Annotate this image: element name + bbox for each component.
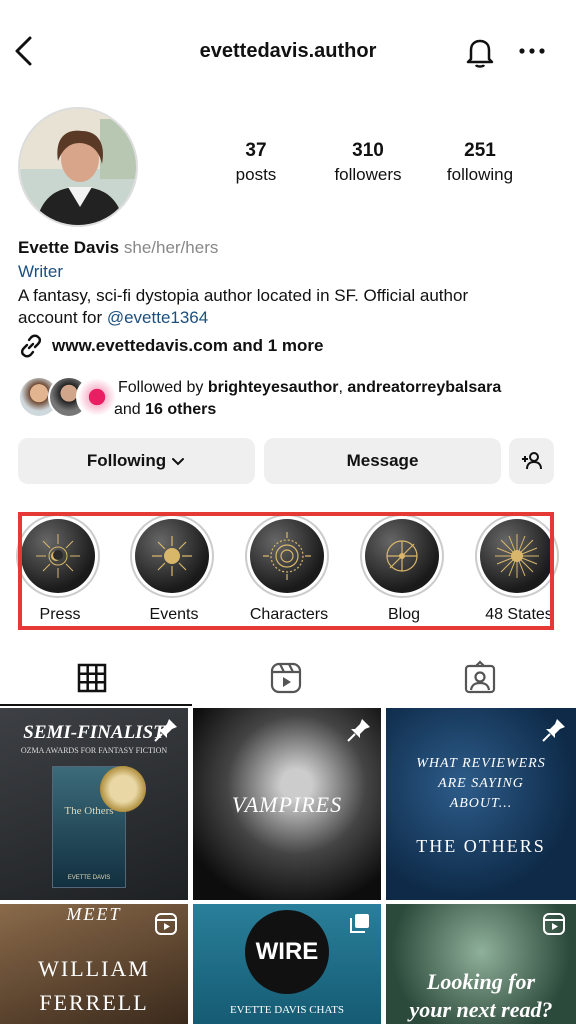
post-1-subtitle: OZMA AWARDS FOR FANTASY FICTION	[20, 746, 168, 755]
message-button-label: Message	[346, 451, 419, 470]
pronouns: she/her/hers	[123, 238, 219, 257]
followers-count-label: followers	[334, 165, 402, 184]
post-tile-2[interactable]: VAMPIRES	[193, 708, 381, 900]
following-button[interactable]: Following	[18, 438, 255, 484]
mutual-follower-avatars[interactable]	[18, 376, 118, 420]
post-6-line-1: Looking for	[426, 969, 536, 994]
display-name: Evette Davis	[18, 238, 120, 257]
bio-line-1: A fantasy, sci-fi dystopia author locate…	[18, 286, 469, 305]
posts-count[interactable]: 37 posts	[196, 140, 316, 185]
post-4-line-2: WILLIAM	[38, 956, 150, 981]
bio-line-2: account for	[18, 308, 107, 327]
post-5-caption: EVETTE DAVIS CHATS	[229, 1004, 345, 1016]
post-3-line-2: ARE SAYING	[438, 776, 524, 791]
followed-by-and: and	[114, 401, 146, 418]
profile-category: Writer	[18, 262, 64, 281]
profile-website-link[interactable]: www.evettedavis.com and 1 more	[18, 333, 323, 359]
following-count[interactable]: 251 following	[420, 140, 540, 185]
mutual-avatar-3	[76, 376, 118, 418]
highlights-annotation-box	[18, 512, 554, 630]
following-count-value: 251	[464, 140, 496, 161]
pin-icon	[540, 716, 568, 744]
followed-by-user-2: andreatorreybalsara	[347, 379, 502, 396]
website-link-text: www.evettedavis.com and 1 more	[52, 336, 324, 355]
post-3-line-1: WHAT REVIEWERS	[416, 756, 546, 771]
book-author: EVETTE DAVIS	[67, 875, 111, 881]
pin-icon	[152, 716, 180, 744]
message-button[interactable]: Message	[264, 438, 501, 484]
post-tile-6[interactable]: Looking for your next read?	[386, 904, 576, 1024]
following-count-label: following	[446, 165, 514, 184]
tagged-tab-icon[interactable]	[462, 660, 498, 696]
post-tile-1[interactable]: SEMI-FINALIST OZMA AWARDS FOR FANTASY FI…	[0, 708, 188, 900]
following-button-label: Following	[86, 451, 167, 470]
post-2-title: VAMPIRES	[231, 792, 343, 817]
bell-icon[interactable]	[462, 34, 498, 70]
award-seal	[100, 766, 146, 812]
add-person-icon	[521, 452, 542, 470]
wire-logo: WIRE	[245, 910, 329, 994]
followed-by-user-1: brighteyesauthor	[207, 379, 339, 396]
active-tab-indicator	[0, 704, 192, 706]
posts-count-label: posts	[235, 165, 277, 184]
followed-by-text[interactable]: Followed by brighteyesauthor, andreatorr…	[114, 377, 558, 421]
chevron-down-icon	[172, 458, 185, 466]
post-6-text: Looking for your next read?	[386, 968, 576, 1024]
followed-by-others: 16 others	[145, 401, 217, 418]
post-tile-5[interactable]: WIRE EVETTE DAVIS CHATS	[193, 904, 381, 1024]
reel-icon	[154, 912, 178, 941]
posts-count-value: 37	[245, 140, 267, 161]
carousel-icon	[349, 912, 371, 939]
post-6-line-2: your next read?	[409, 997, 553, 1022]
link-icon	[20, 334, 42, 358]
post-4-line-3: FERRELL	[39, 990, 149, 1015]
reels-tab-icon[interactable]	[268, 660, 304, 696]
profile-name-row: Evette Davis she/her/hers	[18, 238, 218, 258]
post-3-title: THE OTHERS	[416, 836, 546, 856]
wire-logo-text: WIRE	[255, 938, 319, 965]
post-3-text: WHAT REVIEWERS ARE SAYING ABOUT...	[386, 754, 576, 814]
pin-icon	[345, 716, 373, 744]
reel-icon	[542, 912, 566, 941]
followed-by-prefix: Followed by	[118, 379, 208, 396]
followers-count[interactable]: 310 followers	[308, 140, 428, 185]
post-tile-3[interactable]: WHAT REVIEWERS ARE SAYING ABOUT... THE O…	[386, 708, 576, 900]
post-3-line-3: ABOUT...	[449, 796, 513, 811]
post-tile-4[interactable]: MEET WILLIAM FERRELL	[0, 904, 188, 1024]
bio-mention-link[interactable]: @evette1364	[107, 308, 208, 327]
followers-count-value: 310	[352, 140, 384, 161]
profile-bio: A fantasy, sci-fi dystopia author locate…	[18, 285, 538, 329]
top-bar: evettedavis.author	[0, 0, 576, 100]
more-options-icon[interactable]	[514, 36, 550, 66]
suggested-people-button[interactable]	[509, 438, 554, 484]
grid-tab-icon[interactable]	[74, 660, 110, 696]
profile-avatar[interactable]	[18, 107, 138, 227]
